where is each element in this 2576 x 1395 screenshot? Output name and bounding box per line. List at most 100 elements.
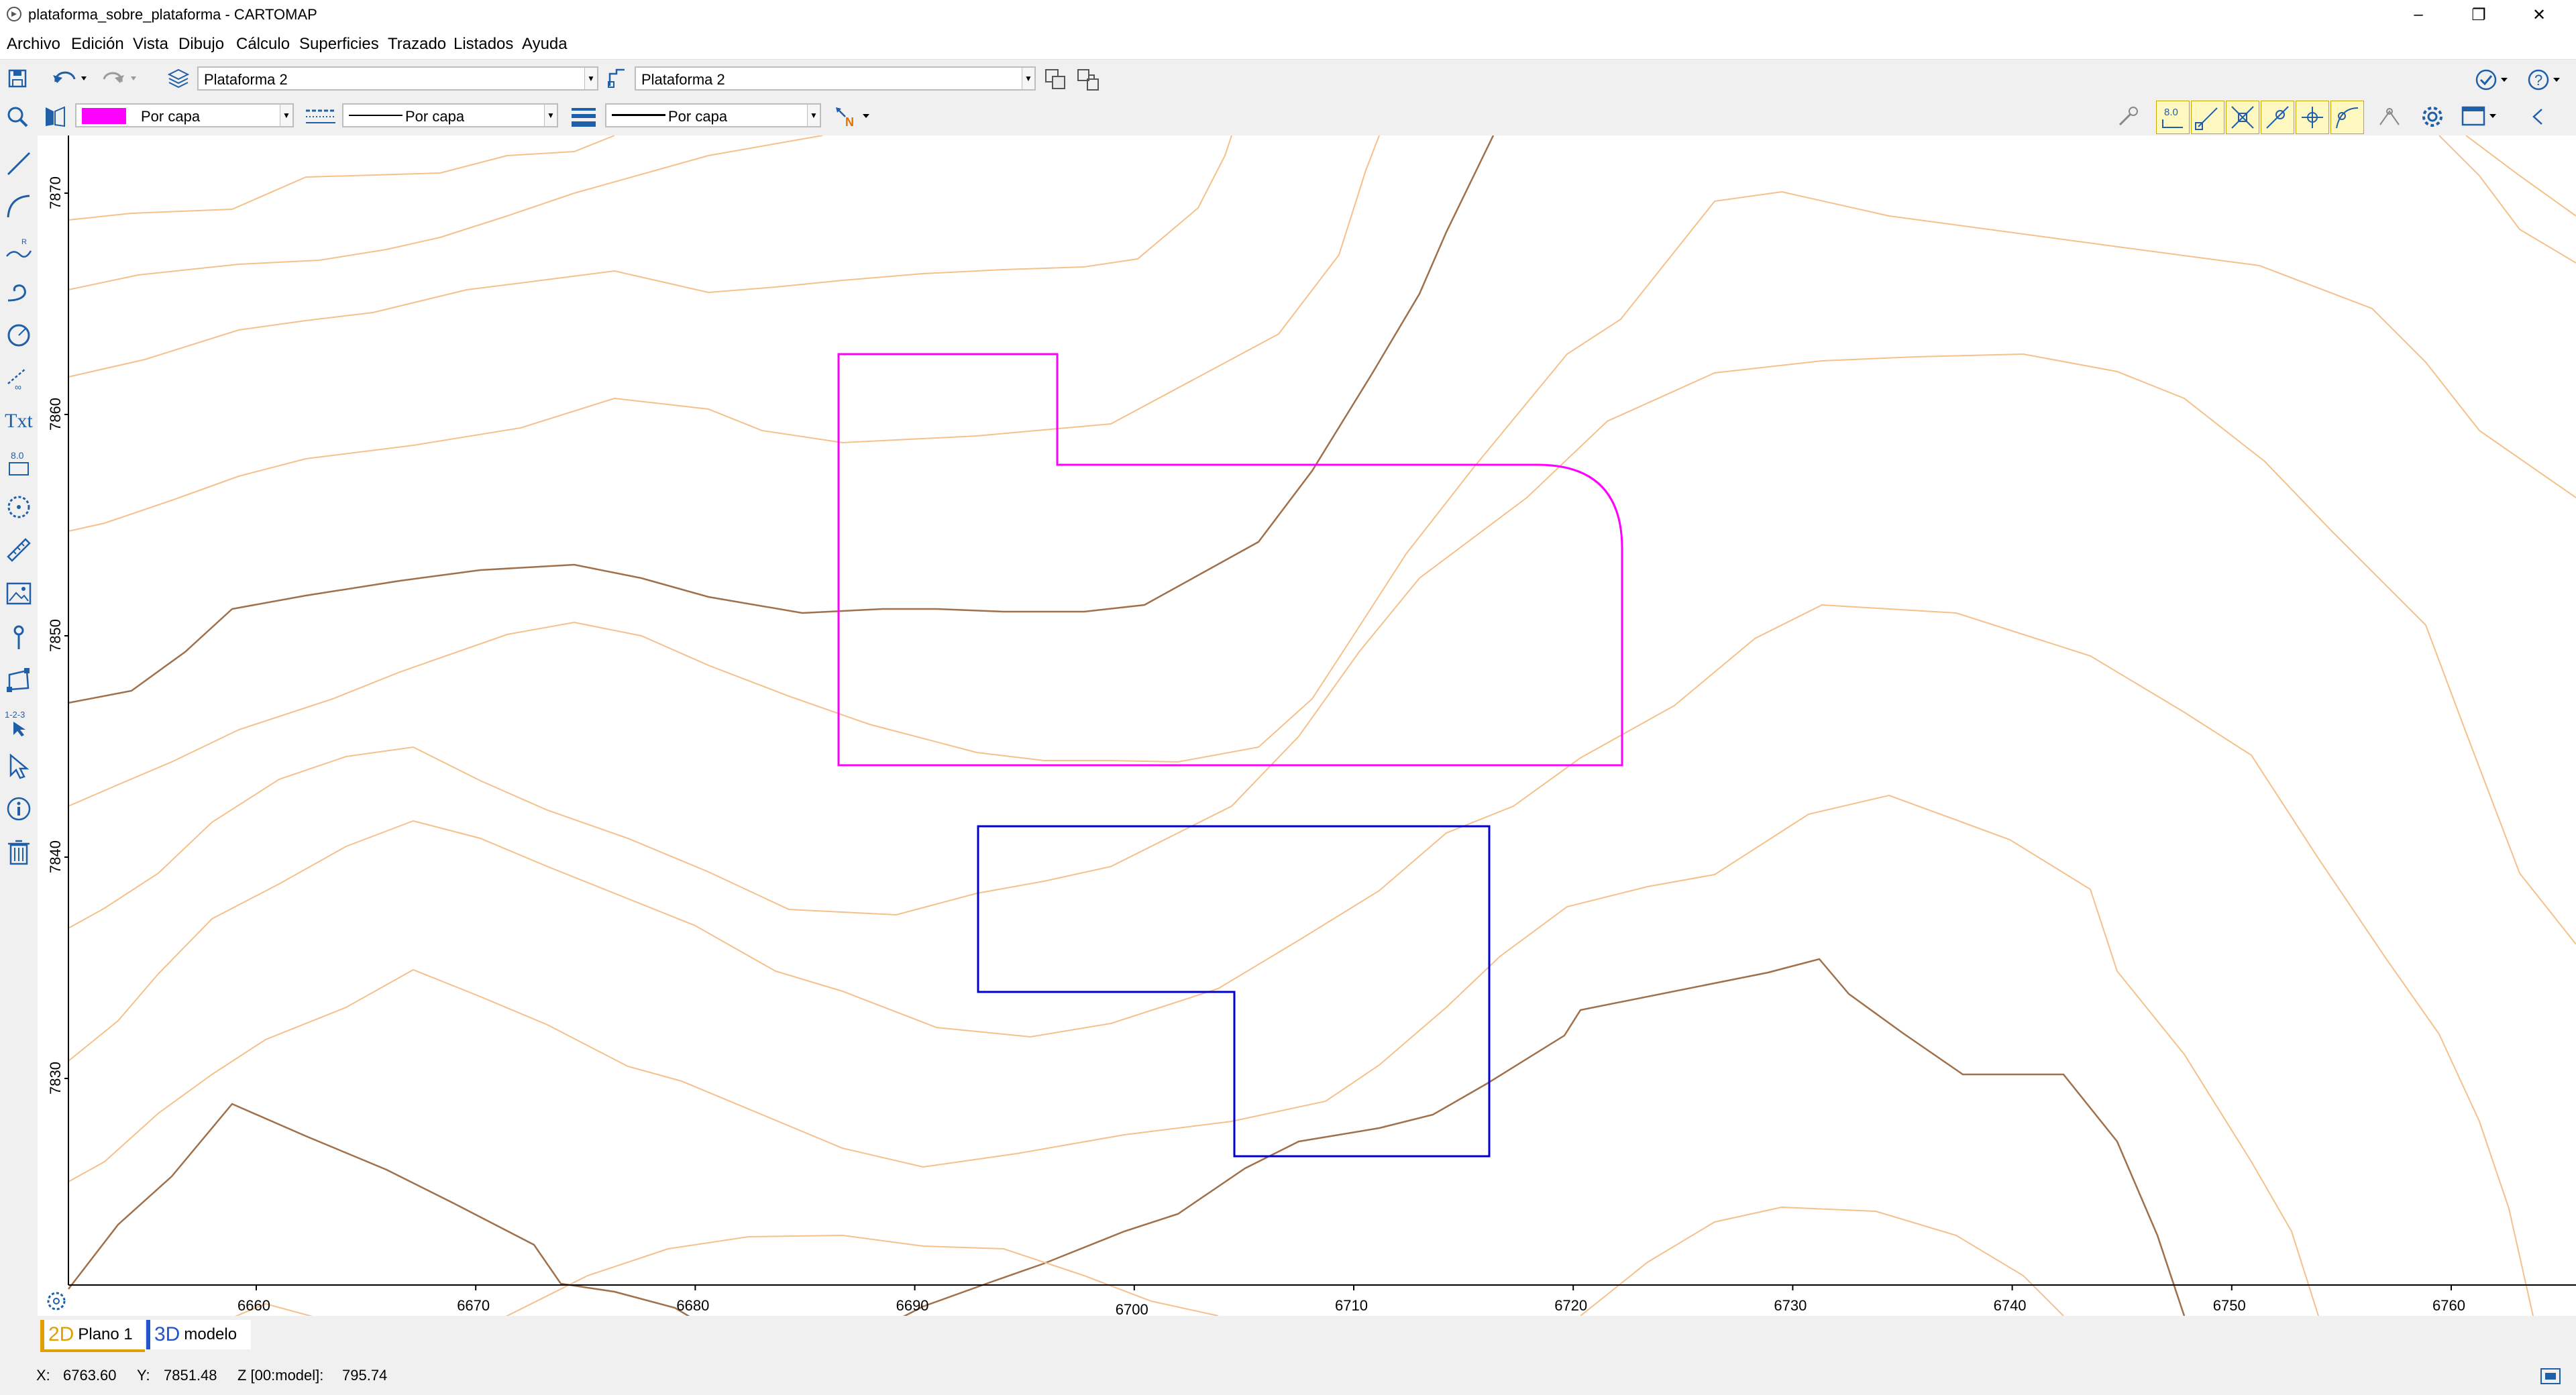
- menu-listados[interactable]: Listados: [453, 35, 513, 54]
- menu-edicion[interactable]: Edición: [71, 35, 124, 54]
- contour-minor: [2438, 135, 2576, 264]
- save-icon[interactable]: [3, 64, 32, 93]
- menu-vista[interactable]: Vista: [133, 35, 168, 54]
- arc-tool-icon[interactable]: [3, 190, 35, 223]
- y-tick-label: 7850: [47, 619, 64, 652]
- contour-minor: [68, 604, 2534, 1316]
- arc-point-tool-icon[interactable]: [3, 491, 35, 523]
- copy-platform-icon[interactable]: [1041, 65, 1071, 95]
- check-icon[interactable]: [2473, 65, 2513, 95]
- collapse-panel-icon[interactable]: [2524, 102, 2553, 131]
- redo-icon[interactable]: [101, 65, 145, 92]
- menu-calculo[interactable]: Cálculo: [236, 35, 290, 54]
- chevron-down-icon: ▼: [584, 68, 597, 89]
- eyedropper-icon[interactable]: [2113, 102, 2143, 131]
- numbering-tool-icon[interactable]: 1-2-3: [3, 707, 35, 739]
- line-tool-icon[interactable]: [3, 148, 35, 180]
- y-tick-label: 7860: [47, 398, 64, 431]
- x-tick-label: 6730: [1774, 1297, 1807, 1314]
- image-tool-icon[interactable]: [3, 578, 35, 610]
- linetype-icon[interactable]: [301, 102, 341, 131]
- chevron-down-icon: ▼: [280, 105, 292, 126]
- linetype-preview: [349, 115, 402, 116]
- x-tick-label: 6750: [2213, 1297, 2246, 1314]
- x-tick-label: 6720: [1554, 1297, 1587, 1314]
- snap-intersection-icon[interactable]: [2226, 101, 2259, 134]
- platform-2-outline[interactable]: [977, 825, 1491, 1158]
- properties-icon[interactable]: [40, 102, 70, 131]
- chevron-down-icon: ▼: [544, 105, 557, 126]
- status-bar: X: 6763.60 Y: 7851.48 Z [00:model]: 795.…: [0, 1355, 2576, 1395]
- text-tool-icon[interactable]: Txt: [3, 405, 35, 437]
- layout-manager-icon[interactable]: [2536, 1361, 2565, 1388]
- height-tool-icon[interactable]: 8.0: [3, 448, 35, 480]
- lineweight-icon[interactable]: [568, 102, 600, 131]
- lineweight-preview: [612, 114, 665, 116]
- x-tick-label: 6700: [1116, 1301, 1148, 1316]
- x-tick-label: 6740: [1994, 1297, 2027, 1314]
- zoom-icon[interactable]: [3, 102, 32, 131]
- snap-height-icon[interactable]: 8.0: [2156, 101, 2190, 134]
- close-button[interactable]: ✕: [2502, 0, 2576, 30]
- snap-nearest-icon[interactable]: [2261, 101, 2294, 134]
- x-coord-label: X:: [36, 1367, 50, 1384]
- view-tabs: 2D Plano 1 3D modelo: [38, 1316, 440, 1355]
- trash-icon[interactable]: [3, 836, 35, 868]
- left-tool-palette: R ∞ Txt 8.0 1-2-3: [0, 135, 38, 1316]
- menu-superficies[interactable]: Superficies: [299, 35, 379, 54]
- drawing-canvas[interactable]: 6660 6670 6680 6690 6700 6710 6720 6730 6740 6750…: [38, 135, 2576, 1316]
- app-icon: [7, 7, 21, 21]
- select-tool-icon[interactable]: [3, 750, 35, 782]
- cad-drawing[interactable]: 6660 6670 6680 6690 6700 6710 6720 6730 6740 6750…: [38, 135, 2576, 1316]
- curve-radius-tool-icon[interactable]: R: [3, 233, 35, 266]
- platform-select[interactable]: Plataforma 2 ▼: [635, 66, 1036, 91]
- contour-minor: [2465, 135, 2576, 217]
- gear-icon[interactable]: [2418, 102, 2447, 131]
- x-tick-label: 6680: [676, 1297, 709, 1314]
- measure-tool-icon[interactable]: [3, 534, 35, 566]
- color-select[interactable]: Por capa ▼: [75, 103, 294, 127]
- info-icon[interactable]: [3, 793, 35, 825]
- menu-ayuda[interactable]: Ayuda: [522, 35, 568, 54]
- y-coord-value: 7851.48: [164, 1367, 217, 1384]
- snap-endpoint-icon[interactable]: [2191, 101, 2224, 134]
- canvas-settings-icon[interactable]: [47, 1292, 66, 1310]
- chevron-down-icon: ▼: [807, 105, 820, 126]
- menu-bar: Archivo Edición Vista Dibujo Cálculo Sup…: [0, 30, 2576, 59]
- x-tick-label: 6690: [896, 1297, 929, 1314]
- tab-modelo[interactable]: 3D modelo: [146, 1320, 251, 1349]
- contour-lines: [68, 135, 2576, 1316]
- menu-trazado[interactable]: Trazado: [388, 35, 446, 54]
- polygon-tool-icon[interactable]: [3, 664, 35, 696]
- window-title: plataforma_sobre_plataforma - CARTOMAP: [28, 6, 317, 23]
- svg-text:1-2-3: 1-2-3: [5, 710, 25, 720]
- help-icon[interactable]: ?: [2525, 65, 2565, 95]
- circle-tool-icon[interactable]: [3, 319, 35, 351]
- svg-text:?: ?: [2534, 72, 2542, 89]
- z-coord-label: Z [00:model]:: [237, 1367, 324, 1384]
- snap-settings-icon[interactable]: [2375, 102, 2404, 131]
- platform-over-platform-icon[interactable]: [1073, 65, 1103, 95]
- svg-text:8.0: 8.0: [11, 450, 24, 461]
- north-arrow-icon[interactable]: N: [832, 102, 879, 131]
- point-tool-icon[interactable]: [3, 621, 35, 653]
- contour-minor: [68, 135, 823, 290]
- tab-plano-1[interactable]: 2D Plano 1: [40, 1320, 145, 1352]
- y-tick-label: 7840: [47, 840, 64, 873]
- menu-dibujo[interactable]: Dibujo: [178, 35, 224, 54]
- title-bar: plataforma_sobre_plataforma - CARTOMAP –…: [0, 0, 2576, 30]
- layer-select[interactable]: Plataforma 2 ▼: [197, 66, 598, 91]
- menu-archivo[interactable]: Archivo: [7, 35, 60, 54]
- offset-tool-icon[interactable]: ∞: [3, 362, 35, 394]
- view-layout-icon[interactable]: [2458, 102, 2504, 131]
- platform-icon[interactable]: [604, 65, 631, 92]
- snap-midpoint-icon[interactable]: [2296, 101, 2329, 134]
- layers-icon[interactable]: [165, 65, 192, 92]
- linetype-select[interactable]: Por capa ▼: [342, 103, 558, 127]
- snap-tangent-icon[interactable]: [2330, 101, 2364, 134]
- spline-tool-icon[interactable]: [3, 276, 35, 309]
- contour-minor: [68, 353, 2576, 945]
- lineweight-select[interactable]: Por capa ▼: [605, 103, 821, 127]
- undo-icon[interactable]: [51, 65, 95, 92]
- platform-1-outline[interactable]: [837, 353, 1623, 767]
